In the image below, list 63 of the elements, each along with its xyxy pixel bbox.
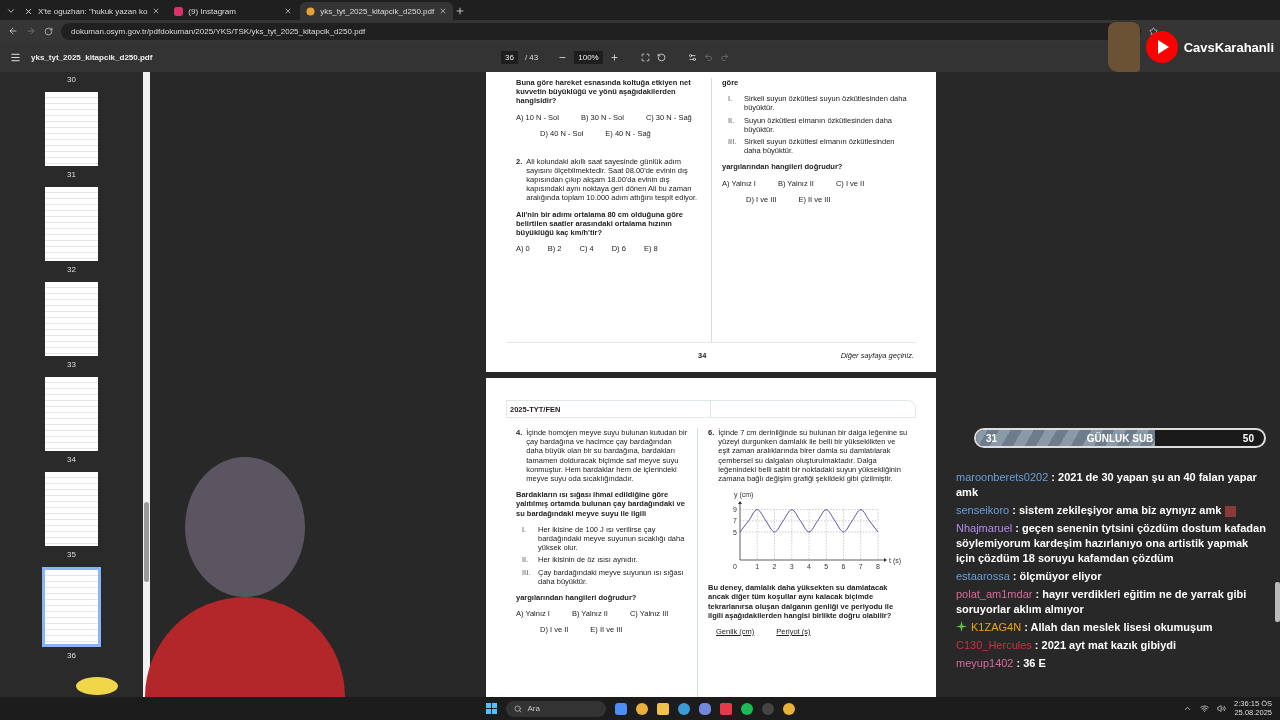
chat-message: polat_am1mdar : hayır verdikleri eğitim ne de yarrak gibi soruyorlar aklım almıyor [956, 587, 1248, 617]
close-icon[interactable] [439, 7, 448, 15]
x-logo-icon [24, 6, 33, 16]
camera-logo-icon [174, 6, 184, 16]
app-icon[interactable] [614, 702, 627, 715]
scrollbar[interactable] [1275, 582, 1280, 622]
search-icon [513, 704, 522, 713]
chat-message: senseikoro : sistem zekileşiyor ama biz aynıyız amk [956, 503, 1266, 518]
play-logo-icon [1145, 31, 1178, 63]
scrollbar[interactable] [143, 72, 150, 697]
windows-logo-icon[interactable] [485, 703, 497, 714]
thumbnail-label: 35 [67, 549, 76, 561]
wifi-icon[interactable] [1200, 703, 1210, 713]
reload-icon[interactable] [44, 26, 53, 36]
chat-app-icon[interactable] [698, 702, 711, 715]
chat-message: C130_Hercules : 2021 ayt mat kazık gibiydi [956, 638, 1178, 653]
browser-tab[interactable]: (9) Instagram [168, 2, 299, 20]
bookmark-star-icon[interactable] [1149, 26, 1158, 36]
app-icon[interactable] [677, 702, 690, 715]
music-app-icon[interactable] [740, 702, 753, 715]
zoom-field[interactable]: 100% [574, 50, 603, 64]
taskbar-search-field[interactable]: Ara [505, 700, 606, 717]
chat-message: K1ZAG4N : Allah dan meslek lisesi okumuşum [956, 620, 1266, 635]
sparkle-badge-icon [956, 621, 967, 632]
chat-message: maroonberets0202 : 2021 de 30 yapan şu an 40 falan yapar amk [956, 470, 1258, 500]
thumbnail-label: 33 [67, 359, 76, 371]
page-thumbnail[interactable] [45, 472, 98, 546]
thumbnail-label: 31 [67, 169, 76, 181]
page-thumbnail[interactable] [45, 377, 98, 451]
thumbnail-label: 30 [67, 74, 76, 86]
rotate-icon[interactable] [656, 52, 666, 62]
browser-tab[interactable]: yks_tyt_2025_kitapcik_d250.pdf [300, 2, 454, 20]
page-count: / 43 [524, 52, 539, 62]
tab-list-icon[interactable] [6, 6, 16, 16]
pdf-file-icon [306, 6, 316, 16]
fit-page-icon[interactable] [640, 52, 650, 62]
thumbnail-label: 36 [67, 650, 76, 662]
new-tab-icon[interactable] [455, 6, 466, 16]
browser-tab[interactable]: X'te oguzhan: "hukuk yazan ko [18, 2, 167, 20]
page-thumbnail[interactable] [45, 187, 98, 261]
page-thumbnail[interactable] [45, 92, 98, 166]
menu-icon[interactable] [10, 51, 21, 63]
close-icon[interactable] [152, 7, 161, 15]
zoom-in-icon[interactable] [609, 52, 619, 62]
chat-message: Nhajmaruel : geçen senenin tytsini çözdüm dostum kafadan söylemiyorum kardeşim hazırlanıyo ona artistik yapmak için çözdüm 18 soruyu kafamdan çözdüm [956, 521, 1266, 566]
folder-icon[interactable] [656, 702, 669, 715]
browser-icon[interactable] [782, 702, 795, 715]
emote-icon [1225, 505, 1237, 517]
chat-message: estaarossa : ölçmüyor eliyor [956, 569, 1103, 584]
channel-name: CavsKarahanli [1183, 39, 1274, 55]
page-thumbnail[interactable] [42, 567, 101, 647]
chat-message: meyup1402 : 36 E [956, 656, 1047, 671]
thumbnail-label: 32 [67, 264, 76, 276]
browser-icon[interactable] [635, 702, 648, 715]
back-icon[interactable] [8, 26, 18, 36]
app-icon[interactable] [719, 702, 732, 715]
close-icon[interactable] [284, 7, 293, 15]
page-thumbnail[interactable] [45, 282, 98, 356]
document-title: yks_tyt_2025_kitapcik_d250.pdf [31, 52, 154, 62]
thumbnail-label: 34 [67, 454, 76, 466]
goal-progress-bar: 31 GÜNLUK SUB 50 [974, 428, 1266, 448]
page-number-field[interactable]: 36 [501, 50, 518, 64]
volume-icon[interactable] [1217, 703, 1227, 713]
